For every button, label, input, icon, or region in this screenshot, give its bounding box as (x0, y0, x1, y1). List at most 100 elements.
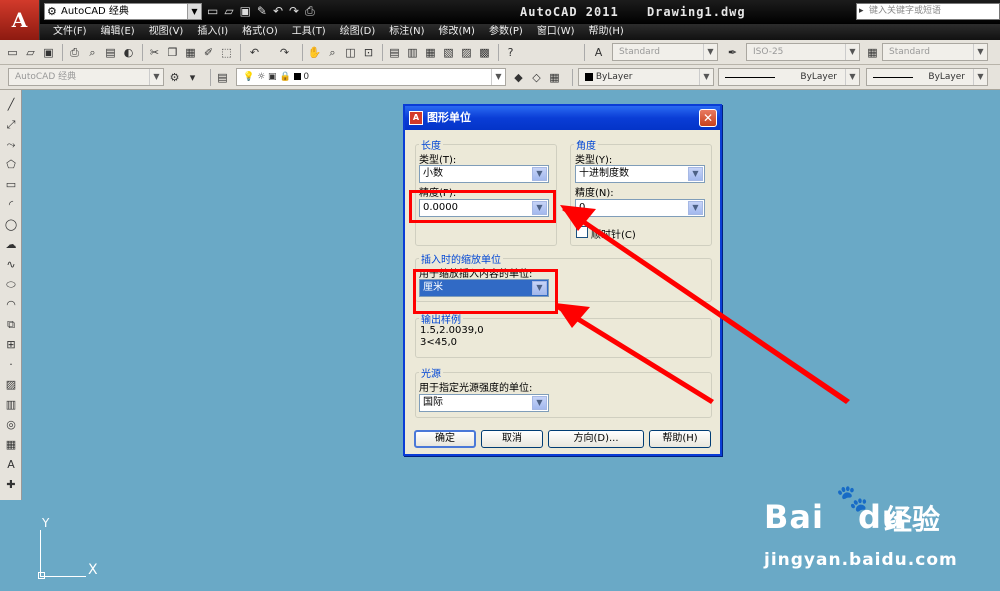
layer-states-icon[interactable]: ▦ (546, 69, 563, 86)
menu-help[interactable]: 帮助(H) (582, 24, 631, 40)
arc-icon[interactable]: ◜ (2, 196, 20, 214)
undo-icon[interactable]: ↶ (246, 44, 263, 61)
hatch-icon[interactable]: ▨ (2, 376, 20, 394)
quickcalc-icon[interactable]: ▩ (476, 44, 493, 61)
angle-type-select[interactable]: 十进制度数 ▼ (575, 165, 705, 183)
color-combo[interactable]: ByLayer ▼ (578, 68, 714, 86)
text-style-combo[interactable]: Standard ▼ (612, 43, 718, 61)
properties-icon[interactable]: ▤ (386, 44, 403, 61)
lighting-units-select[interactable]: 国际 ▼ (419, 394, 549, 412)
dim-style-icon[interactable]: ✒ (724, 44, 741, 61)
gear-icon[interactable]: ⚙ (166, 69, 183, 86)
line-icon[interactable]: ╱ (2, 96, 20, 114)
new-file-icon[interactable]: ▭ (4, 44, 21, 61)
point-icon[interactable]: · (2, 356, 20, 374)
markup-icon[interactable]: ▨ (458, 44, 475, 61)
revision-cloud-icon[interactable]: ☁ (2, 236, 20, 254)
save-icon[interactable]: ▣ (40, 44, 57, 61)
menu-modify[interactable]: 修改(M) (432, 24, 482, 40)
help-button[interactable]: 帮助(H) (649, 430, 711, 448)
menu-view[interactable]: 视图(V) (142, 24, 191, 40)
spline-icon[interactable]: ∿ (2, 256, 20, 274)
angle-precision-select[interactable]: 0 ▼ (575, 199, 705, 217)
chevron-down-icon[interactable]: ▼ (845, 44, 859, 60)
dialog-title-bar[interactable]: A 图形单位 ✕ (405, 106, 720, 130)
plot-icon[interactable]: ⎙ (305, 4, 315, 19)
add-selected-icon[interactable]: ✚ (2, 476, 20, 494)
open-folder-icon[interactable]: ▱ (22, 44, 39, 61)
undo-icon[interactable]: ↶ (273, 4, 283, 19)
help-search-input[interactable]: 键入关键字或短语 (856, 3, 1000, 20)
menu-tools[interactable]: 工具(T) (285, 24, 333, 40)
menu-window[interactable]: 窗口(W) (530, 24, 582, 40)
zoom-previous-icon[interactable]: ⊡ (360, 44, 377, 61)
chevron-down-icon[interactable]: ▼ (187, 4, 201, 19)
gradient-icon[interactable]: ▥ (2, 396, 20, 414)
publish-icon[interactable]: ▤ (102, 44, 119, 61)
polygon-icon[interactable]: ⬠ (2, 156, 20, 174)
copy-icon[interactable]: ❐ (164, 44, 181, 61)
cancel-button[interactable]: 取消 (481, 430, 543, 448)
length-type-select[interactable]: 小数 ▼ (419, 165, 549, 183)
dim-style-combo[interactable]: ISO-25 ▼ (746, 43, 860, 61)
open-folder-icon[interactable]: ▱ (224, 4, 233, 19)
chevron-down-icon[interactable]: ▼ (688, 167, 703, 181)
chevron-down-icon[interactable]: ▼ (149, 69, 163, 85)
multiline-text-icon[interactable]: A (2, 456, 20, 474)
chevron-down-icon[interactable]: ▼ (491, 69, 505, 85)
design-center-icon[interactable]: ▥ (404, 44, 421, 61)
workspace-settings-icon[interactable]: ▾ (184, 69, 201, 86)
menu-format[interactable]: 格式(O) (235, 24, 285, 40)
plot-preview-icon[interactable]: ⌕ (84, 44, 101, 61)
layer-properties-icon[interactable]: ▤ (214, 69, 231, 86)
ok-button[interactable]: 确定 (414, 430, 476, 448)
chevron-down-icon[interactable]: ▼ (845, 69, 859, 85)
menu-dimension[interactable]: 标注(N) (382, 24, 431, 40)
ellipse-arc-icon[interactable]: ◠ (2, 296, 20, 314)
zoom-window-icon[interactable]: ◫ (342, 44, 359, 61)
ellipse-icon[interactable]: ⬭ (2, 276, 20, 294)
linetype-combo[interactable]: ByLayer ▼ (718, 68, 860, 86)
sheet-set-icon[interactable]: ▧ (440, 44, 457, 61)
text-style-icon[interactable]: A (590, 44, 607, 61)
save-icon[interactable]: ▣ (240, 4, 251, 19)
insert-block-icon[interactable]: ⧉ (2, 316, 20, 334)
menu-parametric[interactable]: 参数(P) (482, 24, 530, 40)
layer-previous-icon[interactable]: ◇ (528, 69, 545, 86)
chevron-down-icon[interactable]: ▼ (703, 44, 717, 60)
help-icon[interactable]: ? (502, 44, 519, 61)
menu-file[interactable]: 文件(F) (46, 24, 94, 40)
polyline-icon[interactable]: ⤳ (2, 136, 20, 154)
menu-insert[interactable]: 插入(I) (190, 24, 235, 40)
menu-edit[interactable]: 编辑(E) (94, 24, 142, 40)
chevron-down-icon[interactable]: ▼ (532, 167, 547, 181)
plot-icon[interactable]: ⎙ (66, 44, 83, 61)
region-icon[interactable]: ◎ (2, 416, 20, 434)
workspace-toolbar-combo[interactable]: AutoCAD 经典 ▼ (8, 68, 164, 86)
rectangle-icon[interactable]: ▭ (2, 176, 20, 194)
close-button[interactable]: ✕ (699, 109, 717, 127)
lineweight-combo[interactable]: ByLayer ▼ (866, 68, 988, 86)
clockwise-checkbox[interactable] (576, 226, 588, 238)
chevron-down-icon[interactable]: ▼ (973, 69, 987, 85)
table-style-combo[interactable]: Standard ▼ (882, 43, 988, 61)
chevron-down-icon[interactable]: ▼ (532, 396, 547, 410)
workspace-combo[interactable]: ⚙ AutoCAD 经典 ▼ (44, 3, 202, 20)
match-properties-icon[interactable]: ✐ (200, 44, 217, 61)
chevron-down-icon[interactable]: ▼ (688, 201, 703, 215)
table-icon[interactable]: ▦ (2, 436, 20, 454)
menu-draw[interactable]: 绘图(D) (333, 24, 383, 40)
chevron-down-icon[interactable]: ▼ (973, 44, 987, 60)
save-as-icon[interactable]: ✎ (257, 4, 267, 19)
construction-line-icon[interactable]: ⤢ (2, 116, 20, 134)
zoom-realtime-icon[interactable]: ⌕ (324, 44, 341, 61)
pan-icon[interactable]: ✋ (306, 44, 323, 61)
circle-icon[interactable]: ◯ (2, 216, 20, 234)
redo-icon[interactable]: ↷ (289, 4, 299, 19)
application-menu-button[interactable]: A (0, 0, 40, 40)
direction-button[interactable]: 方向(D)... (548, 430, 644, 448)
new-file-icon[interactable]: ▭ (207, 4, 218, 19)
table-style-icon[interactable]: ▦ (864, 44, 881, 61)
3d-print-icon[interactable]: ◐ (120, 44, 137, 61)
paste-icon[interactable]: ▦ (182, 44, 199, 61)
